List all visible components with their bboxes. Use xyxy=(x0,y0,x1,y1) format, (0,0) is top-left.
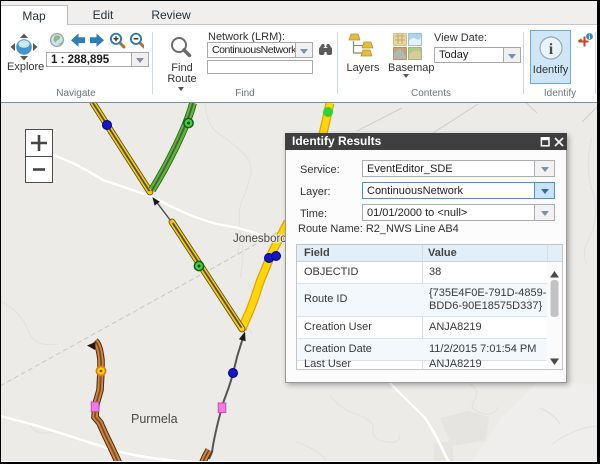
svg-text:i: i xyxy=(549,41,554,58)
svg-text:Jonesboro: Jonesboro xyxy=(233,233,287,245)
svg-text:Purmela: Purmela xyxy=(131,412,178,426)
